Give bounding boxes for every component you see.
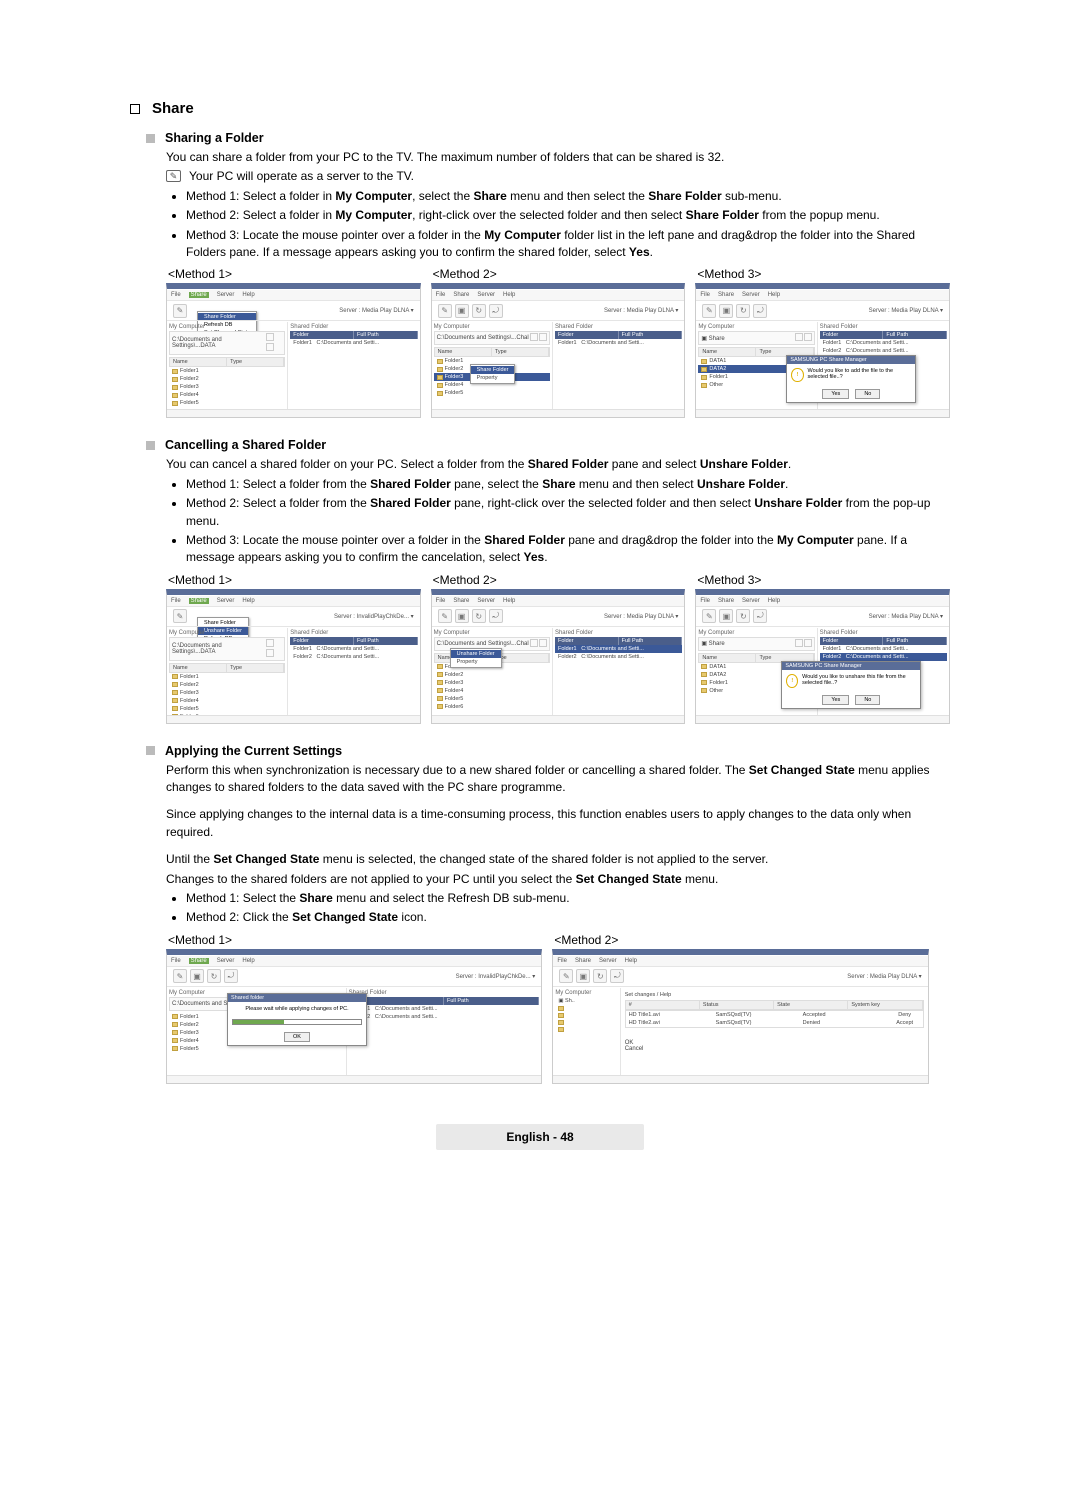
subheading-sharing: Sharing a Folder <box>146 131 950 145</box>
no-button[interactable]: No <box>855 695 880 705</box>
applying-screenshot-2: <Method 2> SAMSUNG PC Share Manager— ▢ ✕… <box>552 933 928 1084</box>
sharing-method-3: Method 3: Locate the mouse pointer over … <box>186 227 950 262</box>
screenshot: SAMSUNG PC Share Manager— ▢ ✕ FileShareS… <box>166 949 542 1084</box>
sharing-method-1: Method 1: Select a folder in My Computer… <box>186 188 950 205</box>
context-menu: Unshare Folder Property <box>450 648 502 668</box>
cancelling-intro: You can cancel a shared folder on your P… <box>166 456 950 473</box>
section-title: Share <box>130 100 950 117</box>
accept-button[interactable]: Accept <box>890 1020 920 1026</box>
screenshot: SAMSUNG PC Share Manager— ▢ ✕ FileShareS… <box>695 283 950 418</box>
cancelling-method-3: Method 3: Locate the mouse pointer over … <box>186 532 950 567</box>
sharing-intro: You can share a folder from your PC to t… <box>166 149 950 166</box>
applying-screenshot-1: <Method 1> SAMSUNG PC Share Manager— ▢ ✕… <box>166 933 542 1084</box>
sharing-method-2: Method 2: Select a folder in My Computer… <box>186 207 950 224</box>
applying-method-1: Method 1: Select the Share menu and sele… <box>186 890 950 907</box>
context-menu: Share Folder Property <box>470 364 516 384</box>
cancelling-method-2: Method 2: Select a folder from the Share… <box>186 495 950 530</box>
screenshot: SAMSUNG PC Share Manager— ▢ ✕ File Share… <box>166 589 421 724</box>
server-selector: Server : Media Play DLNA ▾ <box>339 307 413 314</box>
box-bullet-icon <box>130 104 140 114</box>
sharing-methods-list: Method 1: Select a folder in My Computer… <box>186 188 950 262</box>
note-icon: ✎ <box>166 170 181 182</box>
cancelling-screenshot-row: <Method 1> SAMSUNG PC Share Manager— ▢ ✕… <box>166 573 950 724</box>
deny-button[interactable]: Deny <box>890 1012 920 1018</box>
square-bullet-icon <box>146 441 155 450</box>
applying-methods-list: Method 1: Select the Share menu and sele… <box>186 890 950 927</box>
applying-p4: Changes to the shared folders are not ap… <box>166 871 950 888</box>
yes-button[interactable]: Yes <box>822 695 849 705</box>
screenshot: SAMSUNG PC Share Manager— ▢ ✕ File Share… <box>166 283 421 418</box>
screenshot: SAMSUNG PC Share Manager— ▢ ✕ FileShareS… <box>695 589 950 724</box>
progress-dialog: Shared folder Please wait while applying… <box>227 993 367 1046</box>
section-title-text: Share <box>152 100 194 117</box>
screenshot: SAMSUNG PC Share Manager— ▢ ✕ FileShareS… <box>431 283 686 418</box>
applying-p1: Perform this when synchronization is nec… <box>166 762 950 797</box>
sharing-screenshot-row: <Method 1> SAMSUNG PC Share Manager— ▢ ✕… <box>166 267 950 418</box>
warning-icon: ! <box>791 368 803 382</box>
no-button[interactable]: No <box>855 389 880 399</box>
cancel-screenshot-2: <Method 2> SAMSUNG PC Share Manager— ▢ ✕… <box>431 573 686 724</box>
screenshot: SAMSUNG PC Share Manager— ▢ ✕ FileShareS… <box>552 949 928 1084</box>
applying-screenshot-row: <Method 1> SAMSUNG PC Share Manager— ▢ ✕… <box>166 933 950 1084</box>
square-bullet-icon <box>146 134 155 143</box>
sharing-screenshot-2: <Method 2> SAMSUNG PC Share Manager— ▢ ✕… <box>431 267 686 418</box>
cancel-screenshot-3: <Method 3> SAMSUNG PC Share Manager— ▢ ✕… <box>695 573 950 724</box>
applying-p3: Until the Set Changed State menu is sele… <box>166 851 950 868</box>
cancelling-method-1: Method 1: Select a folder from the Share… <box>186 476 950 493</box>
ok-button[interactable]: OK <box>284 1032 310 1042</box>
warning-icon: ! <box>786 674 798 688</box>
cancel-screenshot-1: <Method 1> SAMSUNG PC Share Manager— ▢ ✕… <box>166 573 421 724</box>
sharing-note: ✎ Your PC will operate as a server to th… <box>166 168 950 185</box>
confirm-dialog: SAMSUNG PC Share Manager !Would you like… <box>786 355 916 403</box>
yes-button[interactable]: Yes <box>822 389 849 399</box>
square-bullet-icon <box>146 746 155 755</box>
cancel-button[interactable]: Cancel <box>625 1046 924 1052</box>
cancelling-methods-list: Method 1: Select a folder from the Share… <box>186 476 950 567</box>
screenshot: SAMSUNG PC Share Manager— ▢ ✕ FileShareS… <box>431 589 686 724</box>
page-footer: English - 48 <box>130 1124 950 1150</box>
sharing-screenshot-3: <Method 3> SAMSUNG PC Share Manager— ▢ ✕… <box>695 267 950 418</box>
applying-p2: Since applying changes to the internal d… <box>166 806 950 841</box>
subheading-cancelling: Cancelling a Shared Folder <box>146 438 950 452</box>
confirm-dialog: SAMSUNG PC Share Manager !Would you like… <box>781 661 921 709</box>
sharing-screenshot-1: <Method 1> SAMSUNG PC Share Manager— ▢ ✕… <box>166 267 421 418</box>
subheading-applying: Applying the Current Settings <box>146 744 950 758</box>
applying-method-2: Method 2: Click the Set Changed State ic… <box>186 909 950 926</box>
